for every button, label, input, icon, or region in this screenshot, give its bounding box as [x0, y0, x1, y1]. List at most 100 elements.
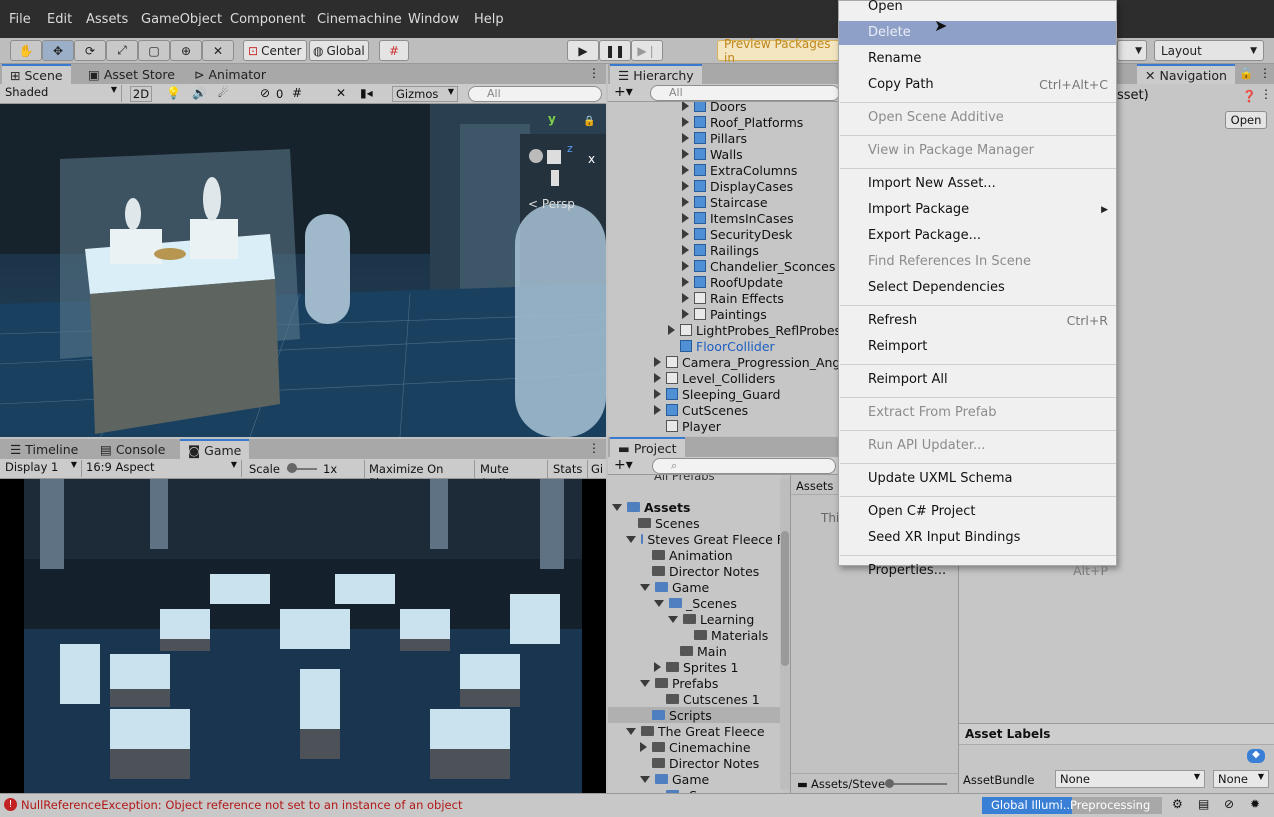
expand-arrow-icon[interactable] — [682, 117, 689, 127]
expand-arrow-icon[interactable] — [654, 599, 664, 607]
scene-view[interactable]: y x z 🔒 < Persp — [0, 104, 606, 437]
menu-cinemachine[interactable]: Cinemachine — [317, 12, 402, 27]
global-local-toggle[interactable]: ◍ Global — [309, 40, 369, 61]
context-menu-item[interactable]: Find References In Scene — [839, 250, 1116, 274]
settings-menu-icon[interactable]: ⋮ — [1260, 87, 1272, 101]
project-tree-item[interactable]: Materials — [682, 627, 782, 643]
menu-component[interactable]: Component — [230, 12, 305, 27]
game-gizmos-toggle[interactable]: Gi — [587, 460, 606, 478]
menu-window[interactable]: Window — [408, 12, 459, 27]
tab-scene[interactable]: ⊞ Scene — [2, 64, 71, 84]
label-tag-icon[interactable]: ◆ — [1247, 749, 1265, 763]
project-tree-item[interactable]: Game — [640, 771, 782, 787]
hierarchy-item[interactable]: Staircase — [682, 194, 768, 210]
context-menu-item[interactable]: Select Dependencies — [839, 276, 1116, 300]
project-tree-item[interactable]: The Great Fleece — [626, 723, 782, 739]
project-search-input[interactable]: ⌕ — [652, 458, 836, 474]
scene-search-input[interactable]: All — [468, 86, 602, 102]
tab-console[interactable]: ▤ Console — [92, 439, 173, 459]
debug-icon[interactable]: ⚙ — [1172, 797, 1183, 811]
mute-audio-toggle[interactable]: Mute Audio — [474, 460, 547, 490]
expand-arrow-icon[interactable] — [682, 213, 689, 223]
pivot-center-toggle[interactable]: ⊡ Center — [243, 40, 307, 61]
project-tree-item[interactable]: Steves Great Fleece F — [626, 531, 782, 547]
expand-arrow-icon[interactable] — [682, 102, 689, 111]
inspector-lock-icon[interactable]: 🔒 — [1239, 66, 1253, 80]
layout-dropdown[interactable]: Layout ▼ — [1154, 40, 1264, 61]
scrollbar-thumb[interactable] — [781, 531, 789, 666]
project-tree-item[interactable]: _Scenes — [654, 595, 782, 611]
icon-size-slider[interactable] — [887, 783, 947, 785]
project-tree-item[interactable]: Scripts — [608, 707, 782, 723]
context-menu-item[interactable]: Export Package... — [839, 224, 1116, 248]
expand-arrow-icon[interactable] — [612, 503, 622, 511]
expand-arrow-icon[interactable] — [668, 325, 675, 335]
expand-arrow-icon[interactable] — [626, 727, 636, 735]
expand-arrow-icon[interactable] — [654, 373, 661, 383]
shading-mode-dropdown[interactable]: Shaded ▼ — [0, 85, 122, 102]
step-button[interactable]: ▶❘ — [631, 40, 663, 61]
layers-dropdown[interactable]: ▼ — [1117, 40, 1147, 61]
persp-label[interactable]: < Persp — [528, 197, 575, 211]
context-menu-item[interactable]: Properties... Alt+P — [839, 559, 1116, 583]
expand-arrow-icon[interactable] — [626, 535, 636, 543]
lock-icon[interactable]: 🔒 — [583, 116, 595, 127]
hierarchy-item[interactable]: Doors — [682, 102, 747, 114]
gi-progress[interactable]: Global Illumi... Preprocessing — [982, 797, 1162, 814]
cache-icon[interactable]: ⊘ — [1224, 797, 1234, 811]
tab-asset-store[interactable]: ▣ Asset Store — [80, 64, 183, 84]
hierarchy-search-input[interactable]: All — [650, 85, 840, 101]
display-dropdown[interactable]: Display 1 ▼ — [0, 460, 82, 477]
aspect-dropdown[interactable]: 16:9 Aspect ▼ — [82, 460, 242, 477]
move-tool-button[interactable]: ✥ — [42, 40, 74, 61]
play-button[interactable]: ▶ — [567, 40, 599, 61]
camera-icon[interactable]: ▮◂ — [360, 86, 373, 100]
expand-arrow-icon[interactable] — [682, 197, 689, 207]
hierarchy-item[interactable]: Railings — [682, 242, 759, 258]
expand-arrow-icon[interactable] — [654, 389, 661, 399]
hierarchy-item[interactable]: Player — [654, 418, 721, 434]
expand-arrow-icon[interactable] — [682, 133, 689, 143]
gizmos-dropdown[interactable]: Gizmos ▼ — [392, 86, 458, 102]
project-tree-item[interactable]: Director Notes — [640, 755, 782, 771]
context-menu-item[interactable]: Open C# Project — [839, 500, 1116, 524]
context-menu-item[interactable]: Open Scene Additive — [839, 106, 1116, 130]
assetbundle-variant-dropdown[interactable]: None ▼ — [1213, 770, 1269, 788]
expand-arrow-icon[interactable] — [654, 405, 661, 415]
hierarchy-item[interactable]: SecurityDesk — [682, 226, 792, 242]
expand-arrow-icon[interactable] — [682, 245, 689, 255]
expand-arrow-icon[interactable] — [682, 149, 689, 159]
tab-game[interactable]: ◙ Game — [180, 439, 250, 459]
hierarchy-item[interactable]: ItemsInCases — [682, 210, 794, 226]
expand-arrow-icon[interactable] — [654, 357, 661, 367]
project-tree-item[interactable]: Cinemachine — [640, 739, 782, 755]
context-menu-item[interactable]: Import Package ▶ — [839, 198, 1116, 222]
tab-hierarchy[interactable]: ☰ Hierarchy — [610, 64, 702, 84]
project-tree-item[interactable]: Learning — [668, 611, 782, 627]
context-menu-item[interactable]: Import New Asset... — [839, 172, 1116, 196]
hierarchy-item[interactable]: Camera_Progression_Angles — [654, 354, 840, 370]
project-tree-item[interactable]: Game — [640, 579, 782, 595]
hierarchy-item[interactable]: Level_Colliders — [654, 370, 775, 386]
bug-icon[interactable]: ✹ — [1250, 797, 1260, 811]
hierarchy-item[interactable]: DisplayCases — [682, 178, 793, 194]
hierarchy-item[interactable]: ExtraColumns — [682, 162, 797, 178]
expand-arrow-icon[interactable] — [682, 293, 689, 303]
project-tree-item[interactable]: Assets — [612, 499, 782, 515]
transform-tool-button[interactable]: ⊕ — [170, 40, 202, 61]
all-prefabs-item[interactable]: All Prefabs — [654, 475, 715, 483]
help-icon[interactable]: ❓ — [1242, 89, 1256, 103]
hierarchy-item[interactable]: Pillars — [682, 130, 747, 146]
hierarchy-item[interactable]: FloorCollider — [668, 338, 775, 354]
project-tree-item[interactable]: Director Notes — [640, 563, 782, 579]
2d-toggle[interactable]: 2D — [130, 86, 152, 102]
menu-edit[interactable]: Edit — [47, 12, 72, 27]
stats-toggle[interactable]: Stats — [547, 460, 587, 478]
tab-animator[interactable]: ⊳ Animator — [186, 64, 274, 84]
project-tree-item[interactable]: Prefabs — [640, 675, 782, 691]
hierarchy-item[interactable]: Chandelier_Sconces — [682, 258, 835, 274]
pause-button[interactable]: ❚❚ — [599, 40, 631, 61]
snap-toggle[interactable]: # — [379, 40, 409, 61]
hierarchy-item[interactable]: CutScenes — [654, 402, 748, 418]
context-menu-item[interactable]: Seed XR Input Bindings — [839, 526, 1116, 550]
